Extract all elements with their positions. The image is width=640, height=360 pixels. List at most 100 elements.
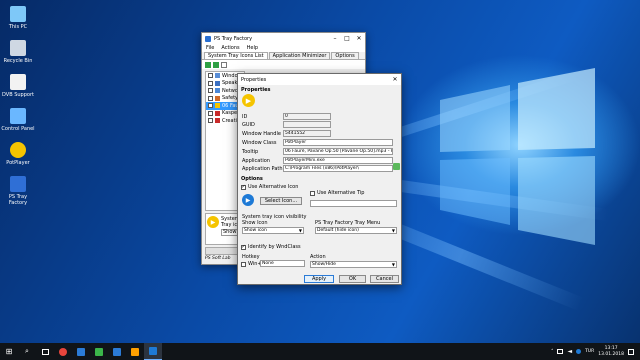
edge-icon[interactable] <box>108 343 126 360</box>
tray-menu-select[interactable]: Default (hide icon) ▼ <box>315 227 397 234</box>
tray-menu-value: Default (hide icon) <box>317 228 359 233</box>
chevron-up-icon[interactable]: ˄ <box>551 349 554 355</box>
desktop-icon[interactable]: Recycle Bin <box>0 40 36 64</box>
network-icon[interactable] <box>557 349 564 354</box>
list-item-checkbox[interactable]: ✓ <box>208 103 213 109</box>
tray-app-icon <box>215 118 220 124</box>
chevron-down-icon: ▼ <box>391 262 395 267</box>
apply-button[interactable]: Apply <box>304 275 334 283</box>
hotkey-input[interactable]: None <box>260 260 305 267</box>
tab-application-minimizer[interactable]: Application Minimizer <box>268 52 331 59</box>
minimize-button[interactable]: – <box>329 33 341 44</box>
search-icon[interactable]: ⌕ <box>18 343 36 360</box>
use-alt-icon-checkbox[interactable]: ✓ <box>241 184 246 190</box>
action-label: Action <box>310 254 326 260</box>
camtasia-icon-glyph <box>95 347 103 356</box>
tray-app-icon <box>215 95 220 101</box>
list-item-checkbox[interactable] <box>208 88 213 94</box>
list-item-checkbox[interactable] <box>208 73 213 79</box>
field-label: ID <box>242 114 248 120</box>
tray-app-icon <box>215 73 220 79</box>
camtasia-icon[interactable] <box>90 343 108 360</box>
menu-file[interactable]: File <box>206 45 214 51</box>
brand-label: PS Soft Lab <box>205 256 231 261</box>
tab-system-tray-icons[interactable]: System Tray Icons List <box>204 52 268 59</box>
action-value: Show/Hide <box>312 262 336 267</box>
action-select[interactable]: Show/Hide ▼ <box>310 261 397 268</box>
ps-tray-factory-icon <box>10 176 26 192</box>
list-item-checkbox[interactable] <box>208 95 213 101</box>
field-value[interactable]: 0 <box>283 113 331 120</box>
cancel-button[interactable]: Cancel <box>370 275 399 283</box>
clock-date: 13.01.2018 <box>598 351 624 357</box>
window-title: PS Tray Factory <box>214 35 253 42</box>
notifications-icon[interactable] <box>628 348 634 355</box>
use-alt-icon-row[interactable]: ✓ Use Alternative Icon <box>241 184 298 190</box>
control-panel-icon <box>10 108 26 124</box>
field-value[interactable]: PotPlayer <box>283 139 393 146</box>
ok-button[interactable]: OK <box>339 275 366 283</box>
desktop-icon-label: DVB Support <box>2 92 34 98</box>
menu-help[interactable]: Help <box>247 45 258 51</box>
field-value[interactable]: C:\Program Files (x86)\PotPlayer\ <box>283 165 393 172</box>
menu-actions[interactable]: Actions <box>221 45 239 51</box>
desktop-icon-label: Control Panel <box>1 126 35 132</box>
ps-tray-factory-icon[interactable] <box>144 343 162 360</box>
list-item-checkbox[interactable] <box>208 110 213 116</box>
use-alt-tip-label: Use Alternative Tip <box>317 190 365 196</box>
potplayer-tray-icon[interactable] <box>576 349 582 354</box>
close-button[interactable]: ✕ <box>353 33 365 44</box>
alternative-icon-preview: ▶ <box>242 194 254 206</box>
desktop-icon[interactable]: PS Tray Factory <box>0 176 36 206</box>
language-indicator[interactable]: TUR <box>585 349 594 354</box>
field-value[interactable]: PotPlayerMini.exe <box>283 157 393 164</box>
list-item-checkbox[interactable] <box>208 80 213 86</box>
windows-logo-wallpaper <box>440 68 595 245</box>
store-icon[interactable] <box>72 343 90 360</box>
show-icon-label: Show Icon <box>242 220 268 226</box>
task-view-icon[interactable] <box>36 343 54 360</box>
main-titlebar[interactable]: PS Tray Factory – □ ✕ <box>202 33 365 44</box>
desktop-icon[interactable]: PotPlayer <box>0 142 36 166</box>
show-icon-select[interactable]: Show icon ▼ <box>242 227 304 234</box>
document-icon[interactable] <box>221 61 227 68</box>
desktop-icon[interactable]: This PC <box>0 6 36 30</box>
identify-by-class-row[interactable]: ✓ Identify by WndClass <box>241 244 301 250</box>
hotkey-win-row[interactable]: Win+ <box>241 261 262 267</box>
volume-icon[interactable]: ◄ <box>567 348 572 355</box>
desktop-icon[interactable]: Control Panel <box>0 108 36 132</box>
dialog-titlebar[interactable]: Properties ✕ <box>238 74 401 85</box>
chrome-icon[interactable] <box>54 343 72 360</box>
desktop-icon-label: PotPlayer <box>6 160 30 166</box>
start-icon[interactable]: ⊞ <box>0 343 18 360</box>
start-icon-glyph: ⊞ <box>5 347 13 356</box>
use-alt-tip-row[interactable]: Use Alternative Tip <box>310 190 364 196</box>
media-icon[interactable] <box>126 343 144 360</box>
list-item-checkbox[interactable] <box>208 118 213 124</box>
field-label: GUID <box>242 122 255 128</box>
identify-by-class-checkbox[interactable]: ✓ <box>241 244 246 250</box>
apply-changes-icon[interactable] <box>213 61 219 68</box>
clock[interactable]: 13:17 13.01.2018 <box>598 346 624 357</box>
system-tray: ˄ ◄ TUR 13:17 13.01.2018 <box>551 343 640 360</box>
maximize-button[interactable]: □ <box>341 33 353 44</box>
store-icon-glyph <box>77 347 85 356</box>
field-value[interactable] <box>283 121 331 128</box>
close-button[interactable]: ✕ <box>389 74 401 85</box>
field-value[interactable]: 06 Fauré, Pavane Op.50 [Pavane Op.50].mp… <box>283 148 393 155</box>
alt-tip-input[interactable] <box>310 200 397 207</box>
recycle-bin-icon <box>10 40 26 56</box>
desktop-icon[interactable]: DVB Support <box>0 74 36 98</box>
field-value[interactable]: 5441552 <box>283 130 331 137</box>
tab-options[interactable]: Options <box>331 52 359 59</box>
properties-heading: Properties <box>241 87 271 93</box>
use-alt-tip-checkbox[interactable] <box>310 190 315 196</box>
select-icon-button[interactable]: Select Icon... <box>260 197 302 205</box>
open-folder-icon[interactable] <box>393 163 400 170</box>
refresh-icon[interactable] <box>205 61 211 68</box>
chrome-icon-glyph <box>59 347 67 356</box>
computer-icon <box>10 6 26 22</box>
hotkey-win-checkbox[interactable] <box>241 261 246 267</box>
tab-strip: System Tray Icons List Application Minim… <box>202 52 365 60</box>
toolbar <box>202 60 365 69</box>
